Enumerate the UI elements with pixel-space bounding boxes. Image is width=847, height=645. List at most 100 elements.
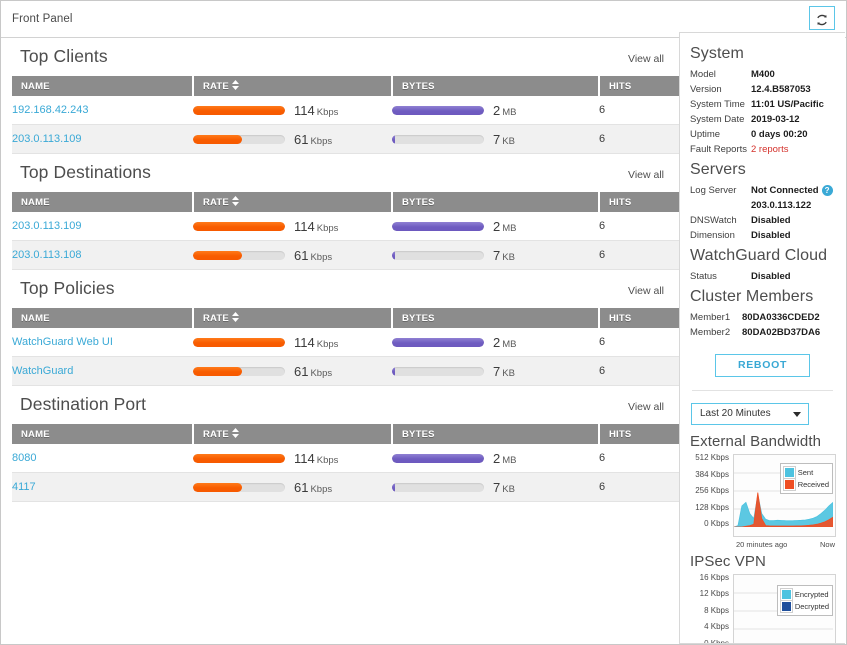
rate-bar-track [193, 338, 285, 347]
row-name-link[interactable]: WatchGuard [12, 365, 73, 377]
rate-value: 61Kbps [294, 132, 332, 147]
chart-external-bandwidth: External Bandwidth512 Kbps384 Kbps256 Kb… [690, 433, 836, 549]
legend-swatch [784, 479, 795, 490]
chart-legend: SentReceived [780, 463, 833, 494]
row-name-link[interactable]: WatchGuard Web UI [12, 336, 113, 348]
view-all-link[interactable]: View all [628, 169, 664, 181]
server-item-label: DNSWatch [690, 214, 751, 228]
rate-unit: Kbps [317, 223, 339, 234]
sort-icon[interactable] [232, 80, 239, 90]
view-all-link[interactable]: View all [628, 285, 664, 297]
legend-label: Decrypted [795, 601, 829, 612]
column-header-hits: HITS [599, 192, 679, 212]
cluster-item-row: Member180DA0336CDED2 [690, 311, 835, 325]
cell-name: 203.0.113.109 [12, 125, 193, 154]
bytes-bar-fill [392, 338, 484, 347]
cell-rate: 61Kbps [193, 473, 392, 502]
reboot-button[interactable]: REBOOT [715, 354, 810, 377]
column-header-rate[interactable]: RATE [193, 76, 392, 96]
system-item-label: Fault Reports [690, 143, 751, 157]
cloud-item-value: Disabled [751, 270, 791, 284]
refresh-button[interactable] [809, 6, 835, 30]
cell-hits: 6 [599, 212, 679, 241]
system-item-label: System Date [690, 113, 751, 127]
system-item-value: M400 [751, 68, 775, 82]
rate-value: 114Kbps [294, 335, 338, 350]
column-header-bytes: BYTES [392, 192, 599, 212]
rate-unit: Kbps [317, 455, 339, 466]
view-all-link[interactable]: View all [628, 53, 664, 65]
time-range-select[interactable]: Last 20 Minutes [691, 403, 809, 425]
x-tick-start: 20 minutes ago [736, 540, 787, 549]
rate-bar-track [193, 483, 285, 492]
bytes-bar-fill [392, 106, 484, 115]
sort-icon[interactable] [232, 428, 239, 438]
bytes-bar-fill [392, 454, 484, 463]
bytes-value: 2MB [493, 219, 516, 234]
column-header-rate[interactable]: RATE [193, 308, 392, 328]
rate-unit: Kbps [317, 339, 339, 350]
cloud-item-row: StatusDisabled [690, 270, 835, 284]
cell-name: WatchGuard [12, 357, 193, 386]
bytes-value: 7KB [493, 480, 515, 495]
chart-title: External Bandwidth [690, 433, 836, 450]
cloud-list: StatusDisabled [690, 270, 835, 284]
row-name-link[interactable]: 4117 [12, 481, 36, 493]
bytes-bar-fill [392, 483, 395, 492]
help-icon[interactable]: ? [822, 185, 833, 196]
bytes-bar-fill [392, 251, 395, 260]
breadcrumb: Front Panel [12, 13, 73, 25]
x-axis: 20 minutes agoNow [690, 537, 836, 549]
rate-bar-fill [193, 106, 285, 115]
column-header-rate[interactable]: RATE [193, 192, 392, 212]
rate-bar-fill [193, 251, 242, 260]
view-all-link[interactable]: View all [628, 401, 664, 413]
rate-value: 114Kbps [294, 219, 338, 234]
system-item-label: Model [690, 68, 751, 82]
cell-hits: 6 [599, 328, 679, 357]
cell-hits: 6 [599, 357, 679, 386]
cell-name: 4117 [12, 473, 193, 502]
cell-rate: 114Kbps [193, 328, 392, 357]
table-row: 8080114Kbps2MB6 [12, 444, 679, 473]
table-header-row: NAMERATEBYTESHITS [12, 76, 679, 96]
row-name-link[interactable]: 192.168.42.243 [12, 104, 88, 116]
servers-list: DNSWatchDisabledDimensionDisabled [690, 214, 835, 243]
row-name-link[interactable]: 203.0.113.108 [12, 249, 82, 261]
rate-unit: Kbps [310, 484, 332, 495]
sort-icon[interactable] [232, 312, 239, 322]
bytes-bar-track [392, 106, 484, 115]
system-item-value: 0 days 00:20 [751, 128, 808, 142]
bytes-bar-fill [392, 222, 484, 231]
row-name-link[interactable]: 203.0.113.109 [12, 133, 82, 145]
legend-label: Received [798, 479, 829, 490]
plot-area: EncryptedDecrypted [733, 574, 836, 645]
cluster-list: Member180DA0336CDED2Member280DA02BD37DA6 [690, 311, 835, 340]
cell-name: 203.0.113.109 [12, 212, 193, 241]
row-name-link[interactable]: 8080 [12, 452, 36, 464]
cell-name: 203.0.113.108 [12, 241, 193, 270]
plot-area: SentReceived [733, 454, 836, 537]
rate-bar-track [193, 222, 285, 231]
section-panel: Top PoliciesView allNAMERATEBYTESHITSWat… [1, 270, 679, 386]
cell-rate: 61Kbps [193, 357, 392, 386]
y-tick: 12 Kbps [690, 590, 729, 607]
server-item-row: DNSWatchDisabled [690, 214, 835, 228]
table-row: 203.0.113.109 114Kbps 2MB 6 [12, 212, 679, 241]
sort-icon[interactable] [232, 196, 239, 206]
bytes-unit: MB [502, 223, 516, 234]
system-item-value[interactable]: 2 reports [751, 143, 789, 157]
rate-value: 114Kbps [294, 451, 338, 466]
y-axis: 16 Kbps12 Kbps8 Kbps4 Kbps0 Kbps [690, 574, 733, 645]
system-item-row: System Date2019-03-12 [690, 113, 835, 127]
section-title: Top Clients [20, 46, 108, 67]
section-header: Top DestinationsView all [12, 154, 668, 192]
cell-hits: 6 [599, 473, 679, 502]
rate-value: 114Kbps [294, 103, 338, 118]
row-name-link[interactable]: 203.0.113.109 [12, 220, 82, 232]
system-item-row: Fault Reports2 reports [690, 143, 835, 157]
cell-bytes: 7KB [392, 125, 599, 154]
chart-ipsec-vpn: IPSec VPN16 Kbps12 Kbps8 Kbps4 Kbps0 Kbp… [690, 553, 836, 645]
column-header-rate[interactable]: RATE [193, 424, 392, 444]
system-item-row: ModelM400 [690, 68, 835, 82]
